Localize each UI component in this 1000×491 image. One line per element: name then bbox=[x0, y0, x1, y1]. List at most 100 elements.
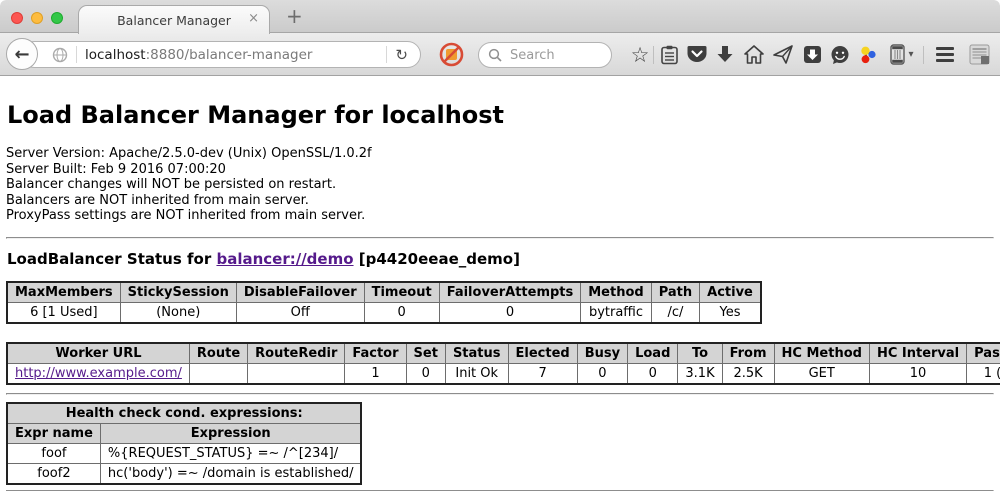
cell-busy: 0 bbox=[577, 363, 627, 384]
window-controls bbox=[11, 12, 63, 24]
reading-list-icon[interactable] bbox=[656, 41, 682, 68]
cell-route bbox=[189, 363, 247, 384]
reload-icon: ↻ bbox=[395, 46, 408, 64]
col-route: Route bbox=[189, 343, 247, 364]
menu-icon[interactable] bbox=[932, 41, 958, 68]
cell-expr-name: foof bbox=[7, 443, 100, 463]
close-window-button[interactable] bbox=[11, 12, 23, 24]
zoom-window-button[interactable] bbox=[51, 12, 63, 24]
search-bar[interactable] bbox=[478, 42, 612, 68]
page-title: Load Balancer Manager for localhost bbox=[7, 101, 996, 129]
balancer-demo-link[interactable]: balancer://demo bbox=[216, 250, 353, 268]
table-row: http://www.example.com/ 1 0 Init Ok 7 0 … bbox=[7, 363, 1000, 384]
health-check-table: Health check cond. expressions: Expr nam… bbox=[6, 402, 362, 485]
navigation-toolbar: ← localhost:8880/balancer-manager ↻ bbox=[0, 33, 1000, 76]
worker-status-table: Worker URL Route RouteRedir Factor Set S… bbox=[6, 342, 1000, 385]
table-row: foof2 hc('body') =~ /domain is establish… bbox=[7, 463, 361, 484]
cell-failoverattempts: 0 bbox=[439, 302, 581, 323]
new-tab-button[interactable]: + bbox=[280, 4, 309, 28]
persist-warning-line: Balancer changes will NOT be persisted o… bbox=[6, 177, 996, 193]
table-header-row: Worker URL Route RouteRedir Factor Set S… bbox=[7, 343, 1000, 364]
worker-url-link[interactable]: http://www.example.com/ bbox=[15, 366, 182, 381]
col-failoverattempts: FailoverAttempts bbox=[439, 282, 581, 303]
cell-disablefailover: Off bbox=[236, 302, 364, 323]
col-from: From bbox=[722, 343, 774, 364]
cell-set: 0 bbox=[406, 363, 445, 384]
col-active: Active bbox=[700, 282, 761, 303]
cell-elected: 7 bbox=[508, 363, 577, 384]
divider-rule bbox=[6, 393, 994, 395]
tab-bar: Balancer Manager × + bbox=[0, 0, 1000, 33]
server-info: Server Version: Apache/2.5.0-dev (Unix) … bbox=[6, 146, 996, 224]
cell-maxmembers: 6 [1 Used] bbox=[7, 302, 120, 323]
tab-balancer-manager[interactable]: Balancer Manager × bbox=[78, 5, 270, 34]
toolbar-divider bbox=[653, 46, 654, 64]
url-bar[interactable]: localhost:8880/balancer-manager ↻ bbox=[21, 41, 421, 68]
col-load: Load bbox=[628, 343, 678, 364]
screenshot-grid-icon[interactable] bbox=[966, 41, 992, 68]
flash-block-icon[interactable] bbox=[438, 41, 465, 68]
cell-active: Yes bbox=[700, 302, 761, 323]
cell-timeout: 0 bbox=[364, 302, 439, 323]
inherit-warning-line: Balancers are NOT inherited from main se… bbox=[6, 193, 996, 209]
globe-icon bbox=[52, 47, 68, 63]
chat-smiley-icon[interactable] bbox=[827, 41, 853, 68]
url-path: :8880/balancer-manager bbox=[146, 47, 313, 63]
table-row: 6 [1 Used] (None) Off 0 0 bytraffic /c/ … bbox=[7, 302, 761, 323]
container-dropdown-caret[interactable]: ▾ bbox=[903, 41, 919, 68]
search-icon bbox=[488, 48, 502, 62]
bookmark-star-icon[interactable]: ☆ bbox=[627, 41, 653, 68]
col-timeout: Timeout bbox=[364, 282, 439, 303]
cell-stickysession: (None) bbox=[120, 302, 236, 323]
col-set: Set bbox=[406, 343, 445, 364]
home-icon[interactable] bbox=[741, 41, 767, 68]
reload-button[interactable]: ↻ bbox=[378, 46, 420, 64]
browser-window: Balancer Manager × + ← localhost:8880/ba… bbox=[0, 0, 1000, 491]
cell-hc-interval: 10 bbox=[869, 363, 966, 384]
col-stickysession: StickySession bbox=[120, 282, 236, 303]
cell-hc-method: GET bbox=[774, 363, 869, 384]
url-text: localhost:8880/balancer-manager bbox=[85, 47, 312, 63]
proxypass-warning-line: ProxyPass settings are NOT inherited fro… bbox=[6, 208, 996, 224]
minimize-window-button[interactable] bbox=[31, 12, 43, 24]
table-header-row: Expr name Expression bbox=[7, 423, 361, 443]
col-path: Path bbox=[651, 282, 699, 303]
table-row: foof %{REQUEST_STATUS} =~ /^[234]/ bbox=[7, 443, 361, 463]
cell-status: Init Ok bbox=[445, 363, 508, 384]
col-worker-url: Worker URL bbox=[7, 343, 189, 364]
col-passes: Passes bbox=[967, 343, 1000, 364]
divider-rule bbox=[6, 237, 994, 239]
cell-passes: 1 (0) bbox=[967, 363, 1000, 384]
cell-expr-name: foof2 bbox=[7, 463, 100, 484]
col-factor: Factor bbox=[345, 343, 406, 364]
health-table-title: Health check cond. expressions: bbox=[7, 403, 361, 424]
col-busy: Busy bbox=[577, 343, 627, 364]
col-expr-name: Expr name bbox=[7, 423, 100, 443]
cell-routeredir bbox=[248, 363, 345, 384]
loadbalancer-status-heading: LoadBalancer Status for balancer://demo … bbox=[7, 250, 996, 268]
col-status: Status bbox=[445, 343, 508, 364]
send-icon[interactable] bbox=[770, 41, 796, 68]
url-domain: localhost bbox=[85, 47, 146, 63]
urlbar-divider bbox=[76, 46, 77, 63]
color-dots-icon[interactable] bbox=[855, 41, 881, 68]
tab-close-icon[interactable]: × bbox=[248, 11, 259, 26]
server-version-line: Server Version: Apache/2.5.0-dev (Unix) … bbox=[6, 146, 996, 162]
cell-worker-url: http://www.example.com/ bbox=[7, 363, 189, 384]
back-button[interactable]: ← bbox=[6, 38, 38, 70]
cell-from: 2.5K bbox=[722, 363, 774, 384]
cell-expression: hc('body') =~ /domain is established/ bbox=[100, 463, 361, 484]
col-to: To bbox=[678, 343, 722, 364]
download-icon[interactable] bbox=[712, 41, 738, 68]
pocket-icon[interactable] bbox=[684, 41, 710, 68]
col-elected: Elected bbox=[508, 343, 577, 364]
cell-to: 3.1K bbox=[678, 363, 722, 384]
balancer-settings-table: MaxMembers StickySession DisableFailover… bbox=[6, 281, 762, 324]
search-input[interactable] bbox=[508, 47, 602, 64]
page-content: Load Balancer Manager for localhost Serv… bbox=[0, 101, 1000, 491]
video-download-icon[interactable] bbox=[799, 41, 825, 68]
table-title-row: Health check cond. expressions: bbox=[7, 403, 361, 424]
col-routeredir: RouteRedir bbox=[248, 343, 345, 364]
col-disablefailover: DisableFailover bbox=[236, 282, 364, 303]
toolbar-divider bbox=[923, 46, 924, 64]
